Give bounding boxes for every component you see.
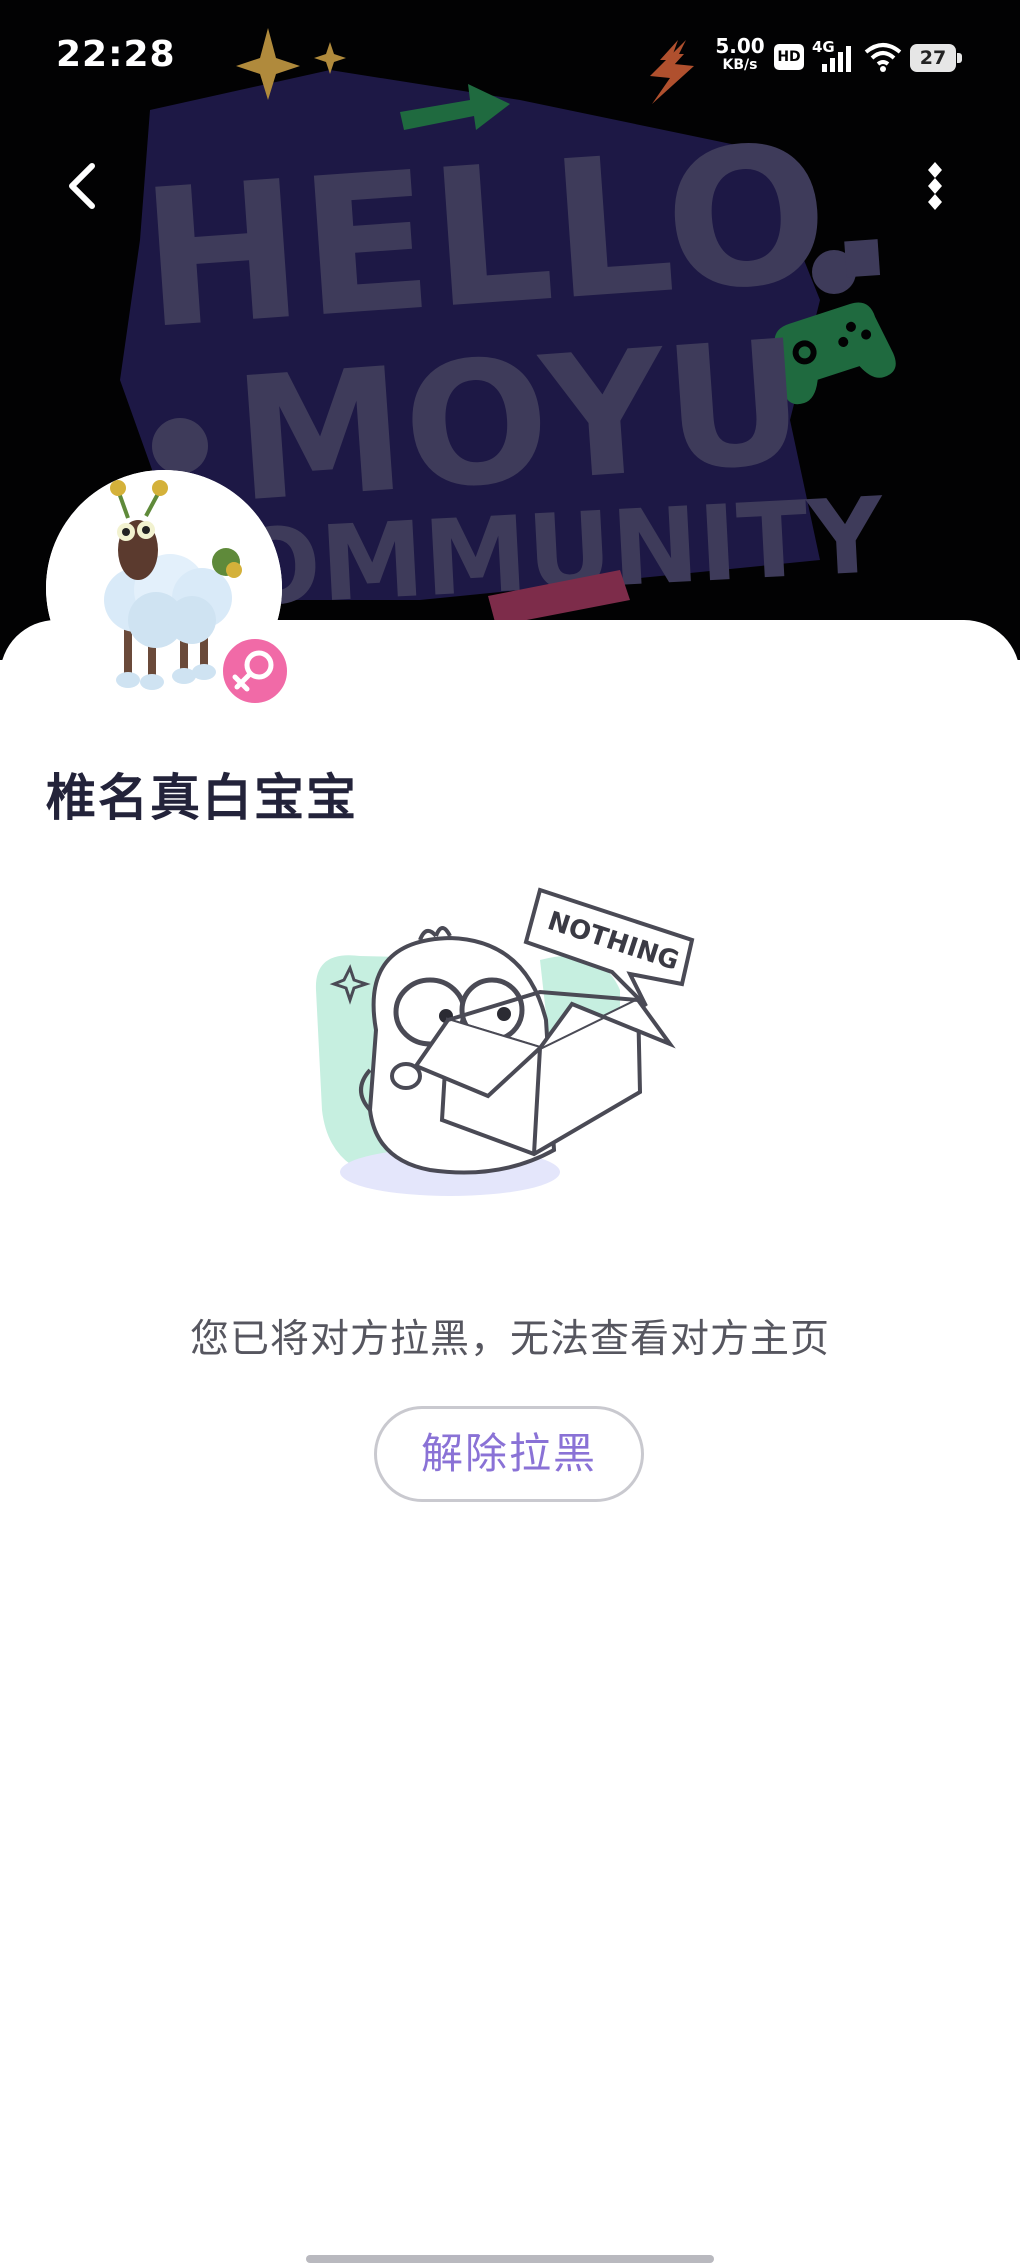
more-options-button[interactable] [910, 156, 960, 216]
vertical-dots-icon [928, 162, 942, 210]
back-button[interactable] [56, 158, 112, 214]
gender-badge [218, 634, 292, 708]
banner-dot [152, 418, 208, 474]
unblock-button[interactable]: 解除拉黑 [374, 1406, 644, 1502]
chevron-left-icon [69, 163, 95, 209]
username: 椎名真白宝宝 [46, 769, 358, 827]
lightning-icon [660, 40, 684, 76]
wifi-icon [864, 43, 902, 72]
home-indicator[interactable] [306, 2255, 714, 2263]
network-speed-unit: KB/s [722, 57, 758, 73]
profile-screen: HELLO. MOYU COMMUNITY 22:28 5.00 KB/s HD… [0, 0, 1020, 2267]
network-speed: 5.00 KB/s [712, 36, 768, 72]
battery-icon: 27 [910, 44, 962, 72]
status-time: 22:28 [56, 34, 176, 75]
nothing-box-illustration: NOTHING [315, 887, 695, 1196]
empty-state-illustration: NOTHING [300, 880, 720, 1240]
blocked-message: 您已将对方拉黑，无法查看对方主页 [189, 1317, 830, 1362]
battery-level: 27 [919, 47, 947, 69]
hd-badge: HD [774, 44, 804, 70]
female-symbol-icon [232, 650, 274, 692]
network-speed-value: 5.00 [715, 34, 765, 58]
status-bar: 22:28 5.00 KB/s HD 4G 27 [0, 0, 1020, 110]
